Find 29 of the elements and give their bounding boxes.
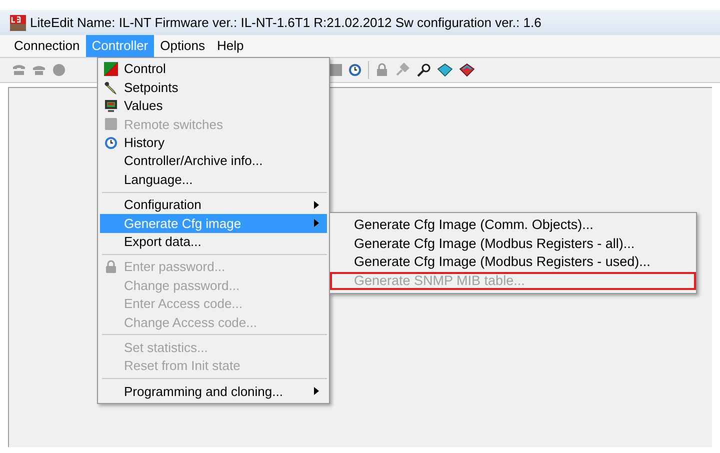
clock-icon[interactable] xyxy=(348,63,362,77)
window-title: LiteEdit Name: IL-NT Firmware ver.: IL-NT-1.6T1 R:21.02.2012 Sw configuration ver.: 1.6 xyxy=(30,14,542,32)
chart-icon xyxy=(104,62,118,76)
menu-bar-item[interactable]: Connection xyxy=(8,35,86,57)
menu-item[interactable]: Values xyxy=(100,96,327,116)
menu-item[interactable]: History xyxy=(100,134,327,152)
submenu-item[interactable]: Generate Cfg Image (Modbus Registers - all)... xyxy=(330,234,696,253)
clock-icon xyxy=(104,136,118,150)
menu-item[interactable]: Programming and cloning... xyxy=(100,382,327,401)
lock-icon[interactable] xyxy=(375,63,389,77)
magnifier-icon[interactable] xyxy=(417,63,431,77)
square-icon xyxy=(104,117,118,132)
lock-icon xyxy=(104,260,118,274)
monitor-icon xyxy=(104,98,118,113)
menu-item[interactable]: Configuration xyxy=(100,196,327,214)
menu-bar-item[interactable]: Options xyxy=(154,35,211,57)
menu-item[interactable]: Controller/Archive info... xyxy=(100,152,327,170)
menu-item[interactable]: Setpoints xyxy=(100,78,327,97)
menu-bar-item[interactable]: Help xyxy=(210,35,250,57)
submenu-item[interactable]: Generate Cfg Image (Modbus Registers - used)... xyxy=(330,253,696,272)
app-logo-icon xyxy=(10,14,26,30)
circle-icon[interactable] xyxy=(52,63,66,77)
phone-icon[interactable] xyxy=(32,64,46,76)
menu-item[interactable]: Language... xyxy=(100,170,327,189)
submenu-item[interactable]: Generate Cfg Image (Comm. Objects)... xyxy=(330,216,696,234)
menu-item[interactable]: Export data... xyxy=(100,232,327,251)
handset-icon[interactable] xyxy=(12,64,26,76)
menu-item[interactable]: Control xyxy=(100,60,327,78)
pencil-icon xyxy=(104,80,118,95)
